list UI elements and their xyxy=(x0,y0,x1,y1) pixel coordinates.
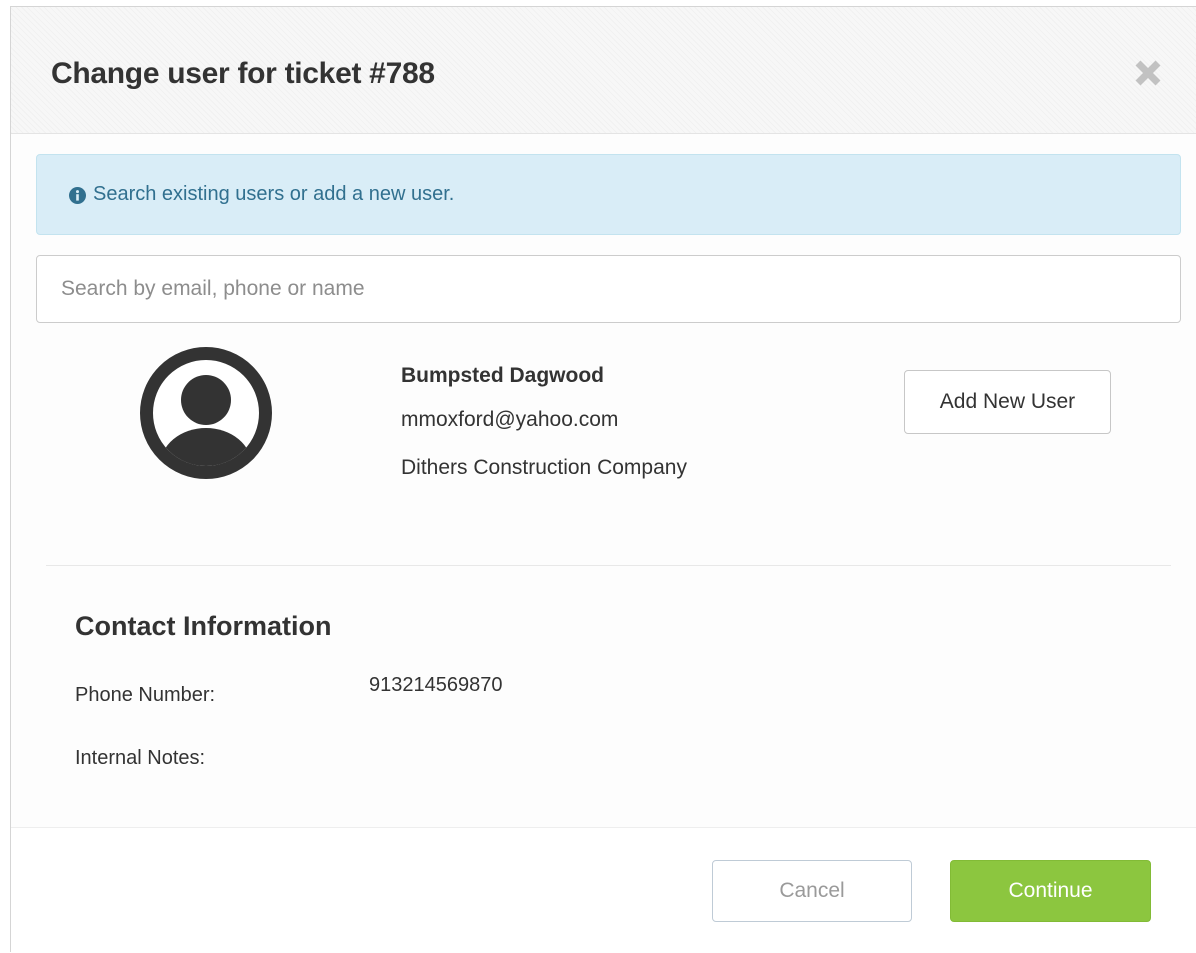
phone-number-label: Phone Number: xyxy=(75,684,216,706)
user-avatar-icon xyxy=(140,347,272,479)
close-icon xyxy=(1135,60,1161,86)
phone-number-value: 913214569870 xyxy=(369,674,503,696)
user-email: mmoxford@yahoo.com xyxy=(401,408,619,431)
info-alert-text: Search existing users or add a new user. xyxy=(93,183,455,205)
section-divider xyxy=(46,565,1171,566)
cancel-button[interactable]: Cancel xyxy=(712,860,912,922)
user-name: Bumpsted Dagwood xyxy=(401,364,604,387)
close-button[interactable] xyxy=(1132,57,1164,89)
info-alert: Search existing users or add a new user. xyxy=(36,154,1181,235)
dialog-title: Change user for ticket #788 xyxy=(51,57,435,90)
dialog-header: Change user for ticket #788 xyxy=(11,7,1196,134)
dialog-body: Search existing users or add a new user.… xyxy=(11,134,1196,827)
internal-notes-label: Internal Notes: xyxy=(75,747,206,769)
user-search-input[interactable] xyxy=(36,255,1181,323)
user-company: Dithers Construction Company xyxy=(401,456,687,479)
contact-information-heading: Contact Information xyxy=(75,611,332,641)
info-circle-icon xyxy=(69,187,86,204)
add-new-user-button[interactable]: Add New User xyxy=(904,370,1111,434)
continue-button[interactable]: Continue xyxy=(950,860,1151,922)
dialog-footer: Cancel Continue xyxy=(11,827,1196,953)
change-user-dialog: Change user for ticket #788 Search exist… xyxy=(10,6,1196,953)
